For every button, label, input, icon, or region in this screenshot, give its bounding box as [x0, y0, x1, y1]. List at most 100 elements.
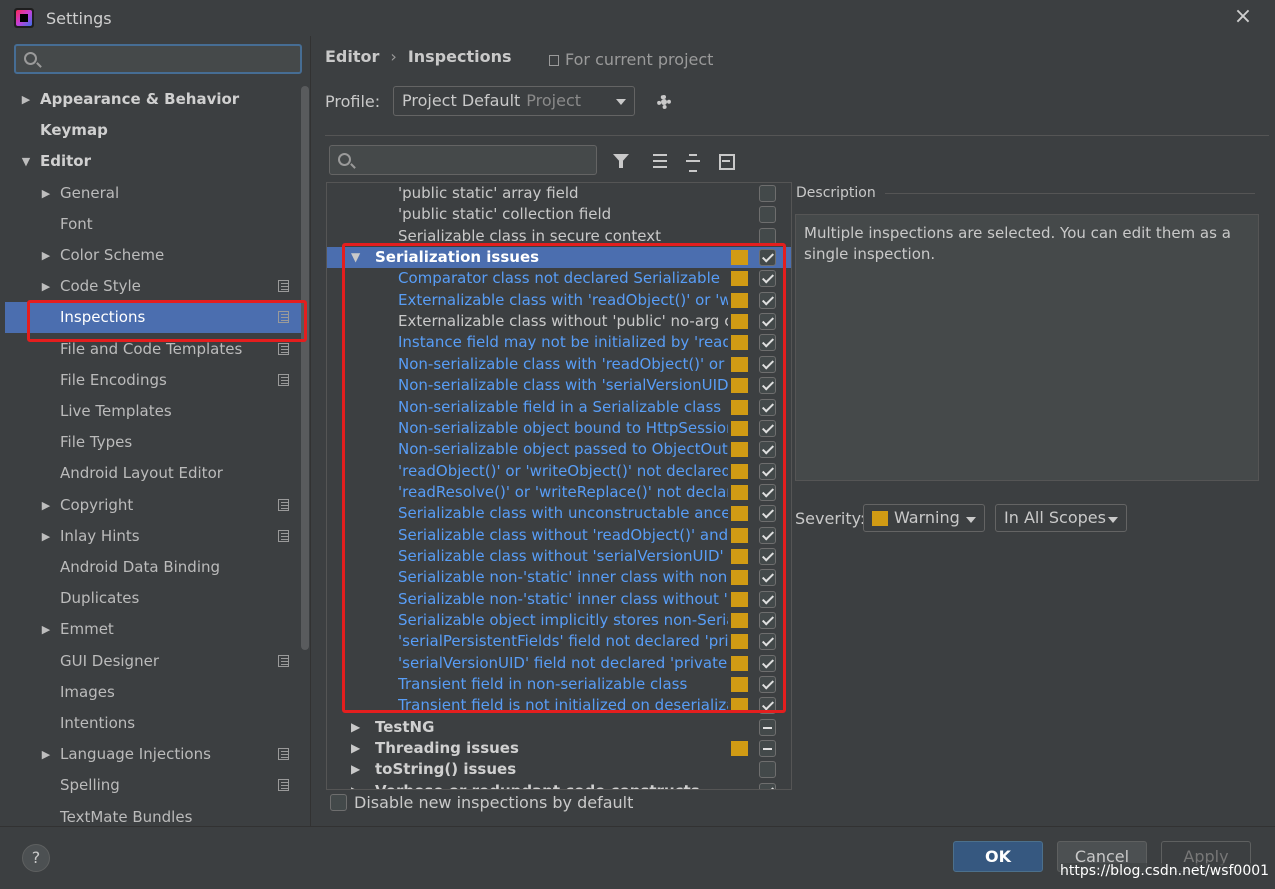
inspection-checkbox[interactable]	[759, 206, 776, 224]
inspection-group[interactable]: ▶ Verbose or redundant code constructs	[327, 781, 791, 789]
inspection-checkbox[interactable]	[759, 526, 776, 544]
inspection-row[interactable]: Non-serializable class with 'serialVersi…	[327, 375, 791, 396]
inspection-checkbox[interactable]	[759, 355, 776, 373]
inspection-row[interactable]: Serializable class without 'serialVersio…	[327, 546, 791, 567]
inspection-checkbox[interactable]	[759, 249, 776, 267]
inspection-search-input[interactable]	[329, 145, 597, 175]
inspection-checkbox[interactable]	[759, 398, 776, 416]
inspection-row[interactable]: Non-serializable object bound to HttpSes…	[327, 418, 791, 439]
sidebar-item-file-and-code-templates[interactable]: File and Code Templates	[5, 334, 301, 365]
sidebar-item-android-data-binding[interactable]: Android Data Binding	[5, 552, 301, 583]
inspection-row[interactable]: Externalizable class without 'public' no…	[327, 311, 791, 332]
sidebar-item-color-scheme[interactable]: ▶ Color Scheme	[5, 240, 301, 271]
inspection-checkbox[interactable]	[759, 483, 776, 501]
profile-dropdown[interactable]: Project Default Project	[393, 86, 635, 116]
inspection-row[interactable]: 'readObject()' or 'writeObject()' not de…	[327, 461, 791, 482]
sidebar-item-keymap[interactable]: Keymap	[5, 115, 301, 146]
inspection-checkbox[interactable]	[759, 761, 776, 779]
sidebar-scrollbar[interactable]	[301, 86, 309, 650]
sidebar-item-duplicates[interactable]: Duplicates	[5, 583, 301, 614]
chevron-right-icon[interactable]: ▶	[41, 614, 51, 645]
inspection-checkbox[interactable]	[759, 270, 776, 288]
inspection-group[interactable]: ▶ Threading issues	[327, 738, 791, 759]
sidebar-item-appearance-behavior[interactable]: ▶ Appearance & Behavior	[5, 84, 301, 115]
chevron-right-icon[interactable]: ▶	[351, 717, 360, 738]
inspection-checkbox[interactable]	[759, 676, 776, 694]
inspection-checkbox[interactable]	[759, 462, 776, 480]
inspection-row[interactable]: Externalizable class with 'readObject()'…	[327, 290, 791, 311]
inspection-checkbox[interactable]	[759, 505, 776, 523]
severity-dropdown[interactable]: Warning	[863, 504, 985, 532]
inspection-row[interactable]: Serializable non-'static' inner class wi…	[327, 589, 791, 610]
inspection-row[interactable]: 'readResolve()' or 'writeReplace()' not …	[327, 482, 791, 503]
inspection-checkbox[interactable]	[759, 377, 776, 395]
inspection-checkbox[interactable]	[759, 718, 776, 736]
chevron-right-icon[interactable]: ▶	[21, 84, 31, 115]
disable-new-inspections-label[interactable]: Disable new inspections by default	[354, 793, 633, 812]
expand-all-icon[interactable]	[650, 151, 670, 171]
chevron-right-icon[interactable]: ▶	[41, 271, 51, 302]
sidebar-item-editor[interactable]: ▼ Editor	[5, 146, 301, 177]
inspection-row[interactable]: 'public static' array field	[327, 183, 791, 204]
inspection-checkbox[interactable]	[759, 441, 776, 459]
inspection-checkbox[interactable]	[759, 697, 776, 715]
chevron-right-icon[interactable]: ▶	[351, 738, 360, 759]
sidebar-item-gui-designer[interactable]: GUI Designer	[5, 646, 301, 677]
inspection-checkbox[interactable]	[759, 227, 776, 245]
sidebar-item-inspections[interactable]: Inspections	[5, 302, 301, 334]
inspection-group[interactable]: ▶ toString() issues	[327, 759, 791, 780]
chevron-right-icon[interactable]: ▶	[41, 240, 51, 271]
sidebar-item-file-encodings[interactable]: File Encodings	[5, 365, 301, 396]
inspection-checkbox[interactable]	[759, 782, 776, 789]
chevron-right-icon[interactable]: ▶	[41, 521, 51, 552]
sidebar-item-inlay-hints[interactable]: ▶ Inlay Hints	[5, 521, 301, 552]
inspection-row[interactable]: Serializable class without 'readObject()…	[327, 525, 791, 546]
inspection-row[interactable]: Serializable non-'static' inner class wi…	[327, 567, 791, 588]
inspection-row[interactable]: Serializable object implicitly stores no…	[327, 610, 791, 631]
inspection-checkbox[interactable]	[759, 590, 776, 608]
inspection-checkbox[interactable]	[759, 185, 776, 202]
inspection-checkbox[interactable]	[759, 291, 776, 309]
scope-dropdown[interactable]: In All Scopes	[995, 504, 1127, 532]
inspection-row[interactable]: Comparator class not declared Serializab…	[327, 268, 791, 289]
inspection-row[interactable]: Transient field is not initialized on de…	[327, 695, 791, 716]
chevron-down-icon[interactable]: ▼	[21, 146, 31, 177]
sidebar-item-font[interactable]: Font	[5, 209, 301, 240]
inspection-checkbox[interactable]	[759, 654, 776, 672]
filter-icon[interactable]	[611, 151, 631, 171]
inspection-row[interactable]: 'public static' collection field	[327, 204, 791, 225]
sidebar-item-emmet[interactable]: ▶ Emmet	[5, 614, 301, 645]
collapse-all-icon[interactable]	[683, 151, 703, 172]
close-icon[interactable]: ×	[1231, 5, 1255, 29]
inspection-checkbox[interactable]	[759, 612, 776, 629]
inspection-checkbox[interactable]	[759, 313, 776, 331]
sidebar-item-code-style[interactable]: ▶ Code Style	[5, 271, 301, 302]
chevron-down-icon[interactable]: ▼	[351, 247, 360, 268]
inspection-row[interactable]: Transient field in non-serializable clas…	[327, 674, 791, 695]
settings-search-input[interactable]	[14, 44, 302, 74]
inspection-row[interactable]: Non-serializable field in a Serializable…	[327, 397, 791, 418]
inspection-checkbox[interactable]	[759, 633, 776, 651]
sidebar-item-copyright[interactable]: ▶ Copyright	[5, 490, 301, 521]
inspection-row[interactable]: Instance field may not be initialized by…	[327, 332, 791, 353]
inspection-checkbox[interactable]	[759, 334, 776, 352]
inspection-checkbox[interactable]	[759, 569, 776, 587]
gear-icon[interactable]	[654, 92, 674, 112]
sidebar-item-file-types[interactable]: File Types	[5, 427, 301, 458]
inspection-group[interactable]: ▶ TestNG	[327, 717, 791, 738]
inspection-row[interactable]: Non-serializable class with 'readObject(…	[327, 354, 791, 375]
sidebar-item-live-templates[interactable]: Live Templates	[5, 396, 301, 427]
breadcrumb-editor[interactable]: Editor	[325, 47, 379, 66]
inspection-row[interactable]: 'serialPersistentFields' field not decla…	[327, 631, 791, 652]
inspection-row[interactable]: 'serialVersionUID' field not declared 'p…	[327, 653, 791, 674]
inspection-checkbox[interactable]	[759, 419, 776, 437]
disable-new-inspections-checkbox[interactable]	[330, 794, 347, 811]
inspection-row[interactable]: Serializable class in secure context	[327, 226, 791, 247]
chevron-right-icon[interactable]: ▶	[41, 490, 51, 521]
reset-to-default-icon[interactable]	[716, 151, 736, 171]
sidebar-item-android-layout-editor[interactable]: Android Layout Editor	[5, 458, 301, 489]
inspection-group[interactable]: ▼ Serialization issues	[327, 247, 791, 269]
inspection-row[interactable]: Non-serializable object passed to Object…	[327, 439, 791, 460]
chevron-right-icon[interactable]: ▶	[41, 178, 51, 209]
chevron-right-icon[interactable]: ▶	[41, 739, 51, 770]
